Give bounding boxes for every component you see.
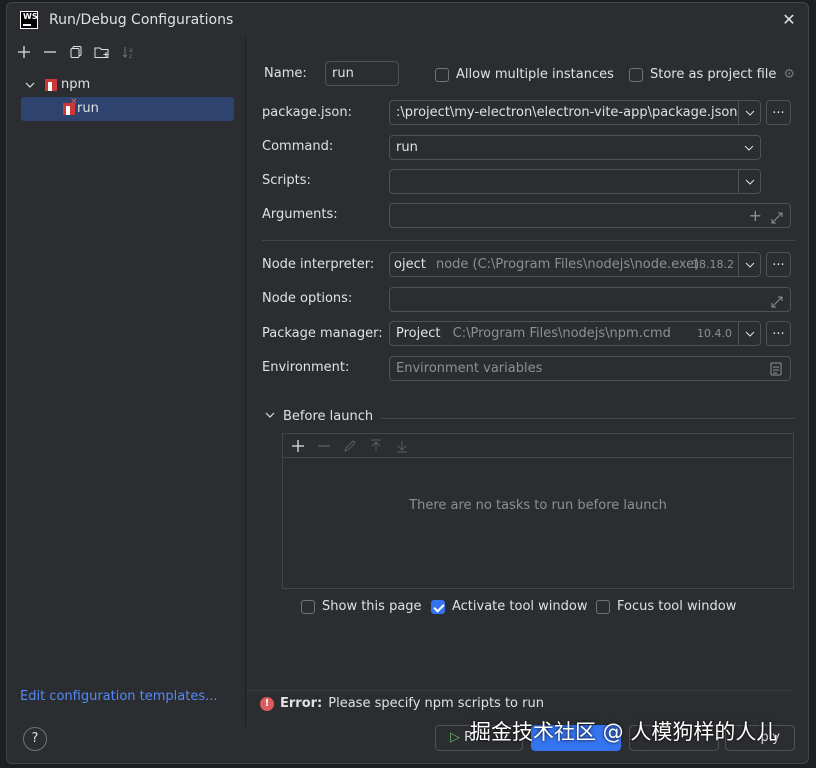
add-task-icon[interactable] — [287, 435, 309, 457]
name-field[interactable]: run — [325, 61, 399, 86]
package-json-label: package.json: — [262, 105, 352, 120]
move-up-icon[interactable] — [365, 435, 387, 457]
before-launch-divider — [381, 418, 795, 419]
node-interpreter-version: 18.18.2 — [692, 258, 734, 271]
gear-icon[interactable]: ⚙ — [783, 67, 795, 82]
run-debug-dialog: WS Run/Debug Configurations ✕ az npm ✕ r… — [6, 2, 809, 764]
config-toolbar: az — [13, 41, 139, 65]
environment-placeholder: Environment variables — [396, 361, 543, 376]
store-project-label: Store as project file — [650, 67, 777, 82]
command-select[interactable]: run — [389, 135, 761, 160]
activate-tool-box[interactable] — [431, 599, 445, 614]
move-down-icon[interactable] — [391, 435, 413, 457]
package-json-browse-button[interactable]: ... — [766, 100, 791, 125]
footer-divider — [247, 690, 792, 691]
package-manager-browse-button[interactable]: ... — [766, 321, 791, 346]
command-label: Command: — [262, 139, 334, 154]
package-manager-label: Package manager: — [262, 326, 383, 341]
command-value: run — [396, 140, 418, 155]
package-manager-version: 10.4.0 — [697, 327, 732, 340]
focus-tool-checkbox[interactable]: Focus tool window — [596, 599, 736, 614]
package-json-field[interactable]: :\project\my-electron\electron-vite-app\… — [389, 100, 761, 125]
activate-tool-label: Activate tool window — [452, 599, 588, 614]
allow-multiple-label: Allow multiple instances — [456, 67, 614, 82]
webstorm-app-icon: WS — [20, 11, 38, 29]
store-project-checkbox[interactable]: Store as project file ⚙ — [629, 67, 795, 82]
config-form: Name: run Allow multiple instances Store… — [247, 37, 808, 727]
remove-icon[interactable] — [39, 41, 61, 63]
show-page-box[interactable] — [301, 599, 315, 614]
node-interpreter-browse-button[interactable]: ... — [766, 252, 791, 277]
sort-icon[interactable]: az — [117, 41, 139, 63]
node-interpreter-prefix: oject — [394, 257, 426, 272]
store-project-box[interactable] — [629, 67, 643, 82]
tree-item-label: run — [77, 101, 99, 116]
empty-tasks-message: There are no tasks to run before launch — [409, 498, 667, 513]
name-label: Name: — [264, 66, 307, 81]
chevron-down-icon[interactable] — [738, 322, 760, 345]
document-icon[interactable] — [770, 361, 782, 380]
expand-icon[interactable] — [770, 204, 784, 227]
edit-task-icon[interactable] — [339, 435, 361, 457]
show-page-label: Show this page — [322, 599, 422, 614]
tree-item-run[interactable]: ✕ run — [21, 97, 234, 121]
run-icon: ▷ — [450, 730, 460, 745]
chevron-down-icon[interactable] — [265, 409, 275, 424]
copy-icon[interactable] — [65, 41, 87, 63]
remove-task-icon[interactable] — [313, 435, 335, 457]
environment-field[interactable]: Environment variables — [389, 356, 791, 381]
edit-templates-link[interactable]: Edit configuration templates... — [20, 689, 218, 704]
chevron-down-icon[interactable] — [738, 136, 760, 159]
watermark-text: 掘金技术社区 @ 人模狗样的人儿 — [470, 720, 778, 744]
error-prefix: Error: — [280, 696, 323, 711]
title-bar: WS Run/Debug Configurations ✕ — [7, 3, 808, 37]
package-manager-path: C:\Program Files\nodejs\npm.cmd — [452, 326, 671, 341]
node-interpreter-path: node (C:\Program Files\nodejs\node.exe) — [435, 257, 700, 272]
svg-text:z: z — [129, 53, 132, 59]
error-text: Please specify npm scripts to run — [328, 696, 544, 711]
node-options-label: Node options: — [262, 291, 353, 306]
environment-label: Environment: — [262, 360, 350, 375]
help-button[interactable]: ? — [23, 727, 47, 751]
focus-tool-box[interactable] — [596, 599, 610, 614]
package-manager-prefix: Project — [396, 326, 441, 341]
node-interpreter-label: Node interpreter: — [262, 257, 375, 272]
tasks-toolbar — [283, 434, 793, 458]
before-launch-task-list: There are no tasks to run before launch — [282, 433, 794, 589]
allow-multiple-box[interactable] — [435, 67, 449, 82]
arguments-label: Arguments: — [262, 207, 338, 222]
scripts-label: Scripts: — [262, 173, 311, 188]
node-options-field[interactable] — [389, 287, 791, 312]
before-launch-title: Before launch — [283, 409, 374, 424]
activate-tool-checkbox[interactable]: Activate tool window — [431, 599, 587, 614]
configurations-pane: az npm ✕ run Edit configuration template… — [7, 37, 246, 727]
expand-icon[interactable] — [770, 288, 784, 311]
add-icon[interactable] — [13, 41, 35, 63]
config-tree: npm ✕ run — [7, 73, 246, 121]
package-manager-select[interactable]: Project C:\Program Files\nodejs\npm.cmd … — [389, 321, 761, 346]
allow-multiple-checkbox[interactable]: Allow multiple instances — [435, 67, 614, 82]
error-message: ! Error: Please specify npm scripts to r… — [260, 696, 544, 711]
show-page-checkbox[interactable]: Show this page — [301, 599, 422, 614]
add-icon[interactable]: + — [749, 204, 762, 227]
npm-icon — [45, 79, 57, 91]
error-icon: ! — [260, 696, 274, 711]
chevron-down-icon[interactable] — [738, 253, 760, 276]
package-json-value: :\project\my-electron\electron-vite-app\… — [396, 105, 738, 120]
chevron-down-icon[interactable] — [738, 101, 760, 124]
node-interpreter-select[interactable]: oject node (C:\Program Files\nodejs\node… — [389, 252, 761, 277]
tree-group-npm[interactable]: npm — [7, 73, 246, 97]
before-launch-header[interactable]: Before launch — [265, 409, 373, 424]
folder-icon[interactable] — [91, 41, 113, 63]
chevron-down-icon[interactable] — [738, 170, 760, 193]
dialog-title: Run/Debug Configurations — [49, 12, 234, 28]
arguments-field[interactable]: + — [389, 203, 791, 228]
app-icon-text: WS — [23, 12, 38, 21]
section-divider — [262, 240, 795, 241]
scripts-field[interactable] — [389, 169, 761, 194]
focus-tool-label: Focus tool window — [617, 599, 737, 614]
close-icon[interactable]: ✕ — [780, 11, 798, 29]
